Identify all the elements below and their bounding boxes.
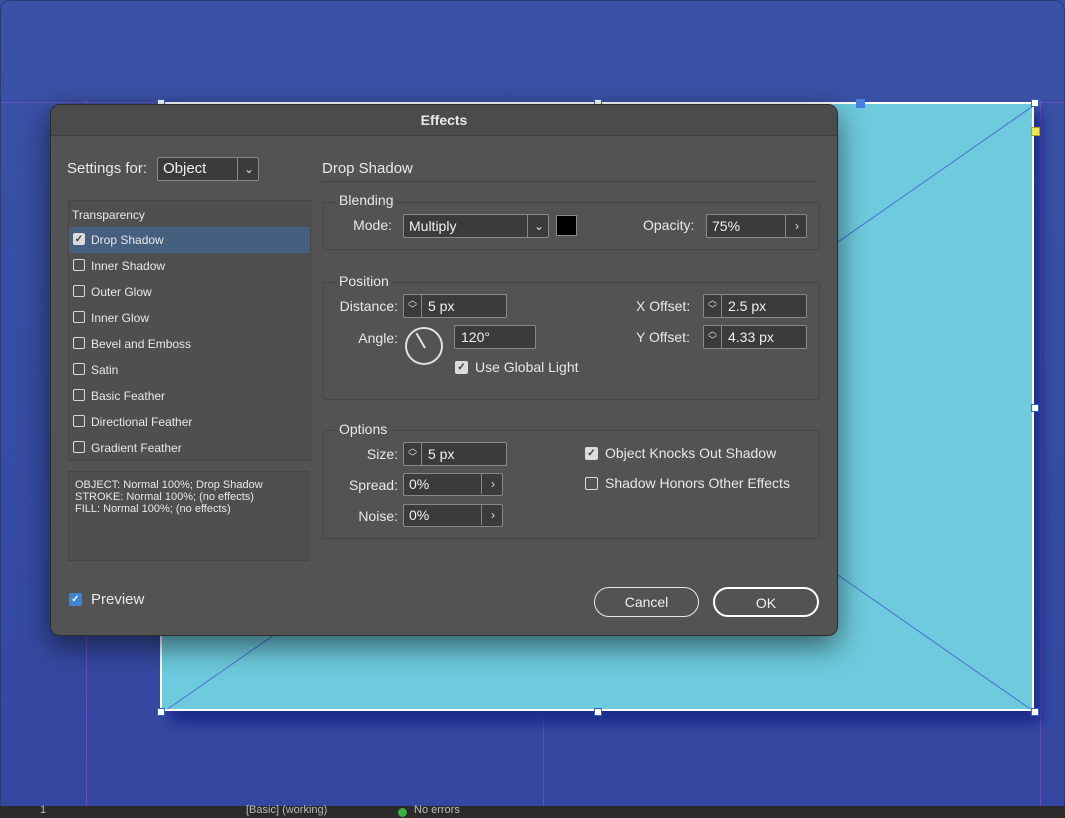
section-title: Drop Shadow: [322, 160, 413, 177]
preflight-errors: No errors: [414, 804, 460, 816]
list-item-label: Satin: [91, 363, 119, 377]
effects-dialog: Effects Settings for: Object ⌄ Transpare…: [50, 104, 838, 636]
size-value: 5 px: [428, 446, 455, 462]
size-label: Size:: [366, 446, 398, 462]
x-offset-field[interactable]: ︿ ﹀ 2.5 px: [703, 294, 807, 318]
list-item-label: Gradient Feather: [91, 441, 182, 455]
size-field[interactable]: ︿ ﹀ 5 px: [403, 442, 507, 466]
summary-fill: FILL: Normal 100%; (no effects): [75, 503, 231, 515]
list-item-label: Outer Glow: [91, 285, 152, 299]
x-offset-value: 2.5 px: [728, 298, 767, 314]
checkbox-inner-shadow[interactable]: [73, 259, 85, 271]
list-item-drop-shadow[interactable]: ✓ Drop Shadow: [69, 227, 310, 253]
settings-for-label: Settings for:: [67, 160, 148, 177]
chevron-right-icon[interactable]: ›: [788, 215, 806, 235]
chevron-down-icon: ⌄: [243, 162, 255, 176]
spread-value: 0%: [409, 476, 430, 492]
y-offset-field[interactable]: ︿ ﹀ 4.33 px: [703, 325, 807, 349]
distance-value: 5 px: [428, 298, 455, 314]
list-item-inner-shadow[interactable]: Inner Shadow: [69, 253, 310, 279]
angle-label: Angle:: [358, 330, 398, 346]
distance-label: Distance:: [339, 298, 398, 314]
opacity-label: Opacity:: [643, 217, 695, 233]
y-offset-stepper[interactable]: ︿ ﹀: [704, 326, 722, 348]
checkbox-drop-shadow[interactable]: ✓: [73, 233, 85, 245]
preview-label: Preview: [91, 591, 145, 608]
spread-label: Spread:: [348, 477, 398, 493]
cancel-button[interactable]: Cancel: [594, 587, 699, 617]
blending-title: Blending: [336, 192, 397, 208]
use-global-light-checkbox[interactable]: ✓: [455, 361, 468, 374]
checkbox-directional-feather[interactable]: [73, 415, 85, 427]
effects-list: Transparency ✓ Drop Shadow Inner Shadow …: [68, 200, 311, 461]
summary-stroke: STROKE: Normal 100%; (no effects): [75, 491, 254, 503]
y-offset-value: 4.33 px: [728, 329, 774, 345]
chevron-down-icon: ⌄: [533, 219, 545, 233]
object-knocks-out-checkbox[interactable]: ✓: [585, 447, 598, 460]
shadow-honors-checkbox[interactable]: [585, 477, 598, 490]
x-offset-stepper[interactable]: ︿ ﹀: [704, 295, 722, 317]
list-item-satin[interactable]: Satin: [69, 357, 310, 383]
checkbox-gradient-feather[interactable]: [73, 441, 85, 453]
effects-summary: OBJECT: Normal 100%; Drop Shadow STROKE:…: [68, 471, 309, 561]
preflight-profile[interactable]: [Basic] (working): [246, 804, 327, 816]
ok-button[interactable]: OK: [713, 587, 819, 617]
y-offset-label: Y Offset:: [636, 329, 690, 345]
list-item-basic-feather[interactable]: Basic Feather: [69, 383, 310, 409]
opacity-field[interactable]: 75% ›: [706, 214, 807, 238]
list-item-gradient-feather[interactable]: Gradient Feather: [69, 435, 310, 461]
use-global-light-label: Use Global Light: [475, 359, 579, 375]
page-number[interactable]: 1: [40, 804, 46, 816]
checkbox-satin[interactable]: [73, 363, 85, 375]
checkbox-outer-glow[interactable]: [73, 285, 85, 297]
list-item-inner-glow[interactable]: Inner Glow: [69, 305, 310, 331]
summary-object: OBJECT: Normal 100%; Drop Shadow: [75, 479, 263, 491]
checkbox-inner-glow[interactable]: [73, 311, 85, 323]
opacity-value: 75%: [712, 218, 741, 234]
shadow-honors-label: Shadow Honors Other Effects: [605, 475, 790, 491]
angle-field[interactable]: 120°: [454, 325, 536, 349]
noise-label: Noise:: [358, 508, 398, 524]
dialog-title: Effects: [51, 105, 837, 136]
list-item-label: Directional Feather: [91, 415, 193, 429]
spread-field[interactable]: 0% ›: [403, 473, 503, 496]
list-item-label: Drop Shadow: [91, 233, 164, 247]
section-divider: [322, 181, 818, 182]
list-item-directional-feather[interactable]: Directional Feather: [69, 409, 310, 435]
settings-for-select[interactable]: Object ⌄: [157, 157, 259, 181]
distance-field[interactable]: ︿ ﹀ 5 px: [403, 294, 507, 318]
checkbox-basic-feather[interactable]: [73, 389, 85, 401]
mode-value: Multiply: [409, 218, 457, 234]
list-item-outer-glow[interactable]: Outer Glow: [69, 279, 310, 305]
shadow-color-swatch[interactable]: [556, 215, 577, 236]
chevron-right-icon[interactable]: ›: [484, 505, 502, 525]
status-bar: 1 [Basic] (working) No errors: [0, 804, 1065, 818]
preflight-status-icon: [398, 808, 407, 817]
list-item-bevel-emboss[interactable]: Bevel and Emboss: [69, 331, 310, 357]
angle-dial[interactable]: [405, 327, 443, 365]
list-item-label: Basic Feather: [91, 389, 166, 403]
preview-checkbox[interactable]: ✓: [69, 593, 82, 606]
angle-dial-hand: [415, 332, 426, 349]
list-header-transparency[interactable]: Transparency: [69, 201, 310, 227]
mode-select[interactable]: Multiply ⌄: [403, 214, 549, 238]
noise-field[interactable]: 0% ›: [403, 504, 503, 527]
object-knocks-out-label: Object Knocks Out Shadow: [605, 445, 777, 461]
list-item-label: Inner Glow: [91, 311, 150, 325]
options-title: Options: [336, 421, 391, 437]
noise-value: 0%: [409, 507, 430, 523]
checkbox-bevel-emboss[interactable]: [73, 337, 85, 349]
settings-for-value: Object: [163, 160, 207, 177]
position-title: Position: [336, 273, 392, 289]
list-item-label: Inner Shadow: [91, 259, 166, 273]
x-offset-label: X Offset:: [636, 298, 691, 314]
list-item-label: Bevel and Emboss: [91, 337, 192, 351]
angle-value: 120°: [461, 329, 490, 345]
chevron-right-icon[interactable]: ›: [484, 474, 502, 494]
mode-label: Mode:: [353, 217, 392, 233]
distance-stepper[interactable]: ︿ ﹀: [404, 295, 422, 317]
size-stepper[interactable]: ︿ ﹀: [404, 443, 422, 465]
